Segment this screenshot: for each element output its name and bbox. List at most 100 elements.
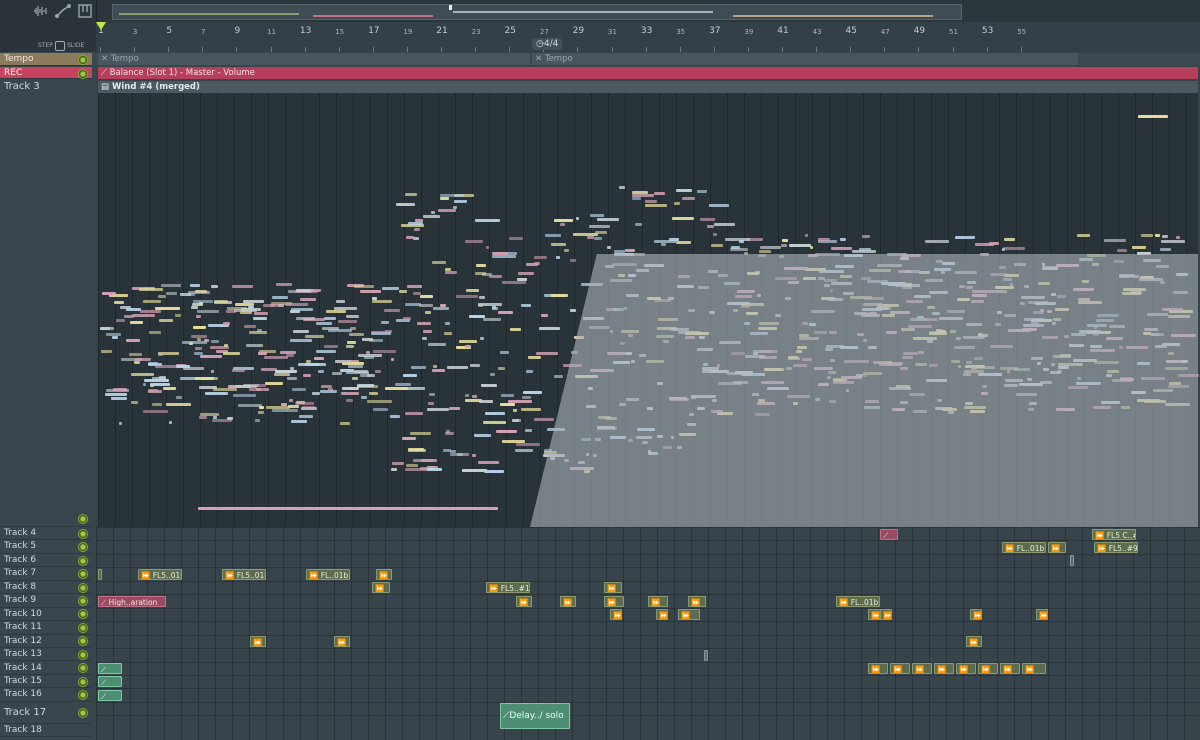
pattern-clip[interactable]: ⏩ [516,595,532,607]
track-header-10[interactable]: Track 10 [0,608,92,622]
time-signature-marker[interactable]: ◷4/4 [532,38,563,50]
bar-number: 7 [201,28,206,36]
pattern-clip[interactable]: ⏩ [560,595,576,607]
track-header-18[interactable]: Track 18 [0,724,92,738]
tempo-automation-clip[interactable]: ✕ Tempo [532,53,1078,65]
track-mute-led[interactable] [78,663,88,674]
track-mute-led[interactable] [78,690,88,701]
track-header-15[interactable]: Track 15 [0,675,92,689]
lower-tracks-area[interactable]: ⟋⏩ FL5 C..#8⏩ FL..01b⏩⏩ FL5..#9⏩⏩⏩ FL5..… [96,527,1200,740]
track-header-8[interactable]: Track 8 [0,581,92,595]
pattern-clip[interactable]: ⏩ [970,609,982,621]
track-mute-led[interactable] [78,636,88,647]
track-header-14[interactable]: Track 14 [0,662,92,675]
track-label: Track 8 [4,581,37,592]
slide-toggle[interactable]: SLIDE [67,40,96,62]
delay-automation-clip[interactable]: ⟋Delay../ solo [500,702,570,729]
track-header-11[interactable]: Track 11 [0,621,92,635]
playlist-overview-scrollbar[interactable] [112,4,962,20]
pattern-clip[interactable]: ⏩ FL5..01b [138,568,182,580]
pattern-clip[interactable]: ⏩ [868,663,888,674]
track-header-13[interactable]: Track 13 [0,648,92,662]
tempo-automation-clip[interactable]: ✕ Tempo [98,53,530,65]
pattern-clip[interactable]: ⟋ [98,663,122,674]
track-mute-led[interactable] [78,514,88,524]
track-mute-led[interactable] [78,542,88,553]
close-icon[interactable]: ✕ [535,54,542,64]
pattern-clip[interactable]: ⏩ FL5..#9 [1094,541,1138,553]
track-mute-led[interactable] [78,676,88,687]
pattern-clip[interactable]: ⏩ [1000,663,1020,674]
track-header-16[interactable]: Track 16 [0,688,92,702]
pattern-clip[interactable]: ⏩ [604,582,622,594]
track-header-4[interactable]: Track 4 [0,527,92,541]
track-header-rec[interactable]: REC [0,67,92,79]
track-header-7[interactable]: Track 7 [0,567,92,581]
pattern-clip[interactable]: ⏩ [956,663,976,674]
playhead-marker[interactable] [96,22,106,30]
close-icon[interactable]: ✕ [101,54,108,64]
track-header-6[interactable]: Track 6 [0,554,92,568]
pattern-clip[interactable]: ⏩ [376,568,392,580]
track-mute-led[interactable] [78,569,88,580]
track-header-9[interactable]: Track 9 [0,594,92,608]
pattern-clip[interactable]: ⏩ FL..01b [306,568,350,580]
pattern-clip[interactable]: ⏩ FL..01b [836,595,880,607]
pattern-clip[interactable]: ⏩ [934,663,954,674]
pattern-clip[interactable]: ⏩ [678,609,700,621]
pattern-clip[interactable]: ⏩ [880,609,892,621]
waveform-icon[interactable] [32,4,50,20]
step-toggle[interactable]: STEP [38,40,65,51]
track-label: Track 17 [4,706,47,718]
pattern-clip[interactable]: ⏩ [978,663,998,674]
track-mute-led[interactable] [78,609,88,620]
playlist-grid[interactable]: ✕ Tempo ✕ Tempo ⟋ Balance (Slot 1) - Mas… [96,52,1200,740]
track-label: Track 13 [4,649,42,660]
pattern-clip[interactable]: ⏩ [98,568,102,580]
balance-automation-clip[interactable]: ⟋ Balance (Slot 1) - Master - Volume [98,67,1198,79]
clip-label: FL..01b [1016,543,1045,553]
track-mute-led[interactable] [78,69,88,79]
pattern-clip[interactable]: ⏩ [1022,663,1046,674]
pattern-clip[interactable]: ⏩ [688,595,706,607]
track-header-tempo[interactable]: Tempo [0,53,92,66]
track-mute-led[interactable] [78,55,88,65]
pattern-clip[interactable]: ⟋ High..aration [98,595,166,607]
pattern-clip[interactable]: ⏩ [656,609,668,621]
track-header-3[interactable]: Track 3 [0,80,92,527]
track-mute-led[interactable] [78,582,88,593]
pattern-clip[interactable]: ⏩ [250,636,266,648]
pattern-clip[interactable]: ⏩ [372,582,390,594]
pattern-clip[interactable]: ⏩ [890,663,910,674]
track-header-12[interactable]: Track 12 [0,635,92,649]
pattern-clip[interactable]: ⏩ [704,649,708,661]
track-header-17[interactable]: Track 17 [0,702,92,724]
pattern-clip[interactable]: ⏩ FL5..01b [222,568,266,580]
pattern-clip[interactable]: ⏩ [334,636,350,648]
pattern-clip[interactable]: ⟋ [880,528,898,540]
track-mute-led[interactable] [78,622,88,633]
curve-icon[interactable] [54,4,72,20]
pattern-clip[interactable]: ⏩ [1036,609,1048,621]
pattern-clip[interactable]: ⏩ [1048,541,1066,553]
pattern-clip[interactable]: ⟋ [98,689,122,701]
track-mute-led[interactable] [78,528,88,539]
timeline-ruler[interactable]: 1 3 5 7 9 11 13 15 17 19 21 23 25 27 29 31 33 35 37 39 41 43 4… [96,22,1200,53]
pattern-clip[interactable]: ⏩ FL..01b [1002,541,1046,553]
pattern-clip[interactable]: ⏩ [604,595,624,607]
pattern-clip[interactable]: ⏩ [610,609,622,621]
wind-pattern-clip-header[interactable]: ▤ Wind #4 (merged) [98,81,1198,93]
pattern-clip[interactable]: ⏩ [1070,555,1074,567]
pattern-clip[interactable]: ⏩ [912,663,932,674]
pattern-clip[interactable]: ⏩ FL5..#10 [486,582,530,594]
pattern-clip[interactable]: ⏩ [648,595,668,607]
track-mute-led[interactable] [78,595,88,606]
track-header-5[interactable]: Track 5 [0,540,92,554]
track-mute-led[interactable] [78,555,88,566]
track-mute-led[interactable] [78,707,88,718]
pattern-clip[interactable]: ⏩ [966,636,982,648]
pattern-clip[interactable]: ⟋ [98,676,122,688]
piano-icon[interactable] [76,4,94,20]
pattern-clip[interactable]: ⏩ FL5 C..#8 [1092,528,1136,540]
track-mute-led[interactable] [78,649,88,660]
